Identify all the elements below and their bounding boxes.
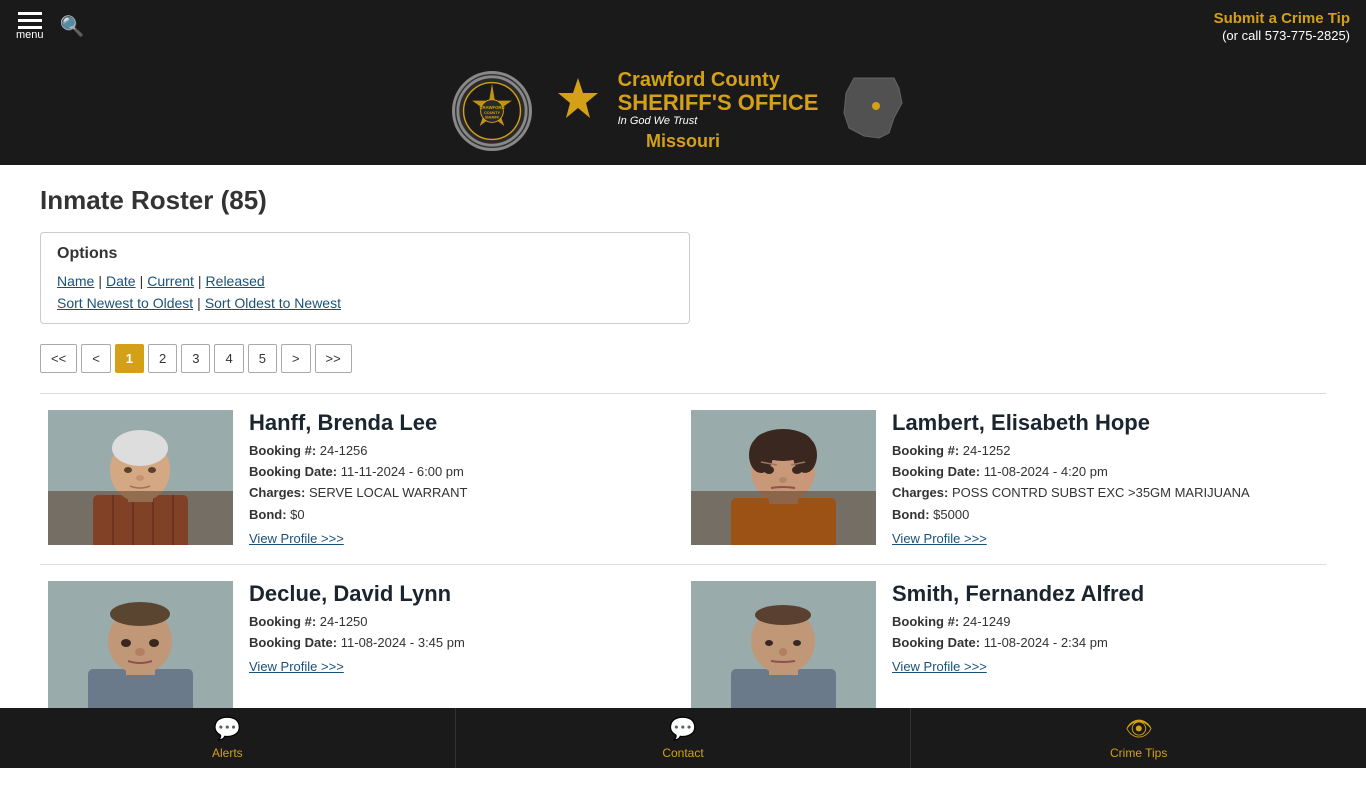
page-5-btn[interactable]: 5 bbox=[248, 344, 277, 373]
inmate-name-smith: Smith, Fernandez Alfred bbox=[892, 581, 1318, 607]
sort-newest-link[interactable]: Sort Newest to Oldest bbox=[57, 295, 193, 311]
alerts-label: Alerts bbox=[212, 746, 243, 760]
inmate-booking-num-smith: Booking #: 24-1249 bbox=[892, 613, 1318, 631]
inmate-booking-date-hanff: Booking Date: 11-11-2024 - 6:00 pm bbox=[249, 463, 675, 481]
header-left: menu 🔍 bbox=[16, 12, 84, 41]
nav-crime-tips[interactable]: 👁 Crime Tips bbox=[911, 708, 1366, 768]
view-profile-lambert[interactable]: View Profile >>> bbox=[892, 531, 987, 546]
inmate-photo-declue bbox=[48, 581, 233, 716]
menu-label: menu bbox=[16, 29, 44, 41]
page-last-btn[interactable]: >> bbox=[315, 344, 352, 373]
crime-tip-area: Submit a Crime Tip (or call 573-775-2825… bbox=[1214, 10, 1350, 43]
filter-name-link[interactable]: Name bbox=[57, 273, 94, 289]
inmate-photo-smith bbox=[691, 581, 876, 716]
sheriff-badge: CRAWFORD COUNTY SHERIFF bbox=[452, 71, 532, 151]
page-3-btn[interactable]: 3 bbox=[181, 344, 210, 373]
inmate-info-lambert: Lambert, Elisabeth Hope Booking #: 24-12… bbox=[892, 410, 1318, 548]
nav-alerts[interactable]: 💬 Alerts bbox=[0, 708, 456, 768]
crime-tips-label: Crime Tips bbox=[1110, 746, 1167, 760]
alerts-icon: 💬 bbox=[214, 716, 241, 742]
inmate-booking-num-hanff: Booking #: 24-1256 bbox=[249, 442, 675, 460]
page-first-btn[interactable]: << bbox=[40, 344, 77, 373]
inmate-card-lambert: Lambert, Elisabeth Hope Booking #: 24-12… bbox=[683, 393, 1326, 564]
inmate-card-smith: Smith, Fernandez Alfred Booking #: 24-12… bbox=[683, 564, 1326, 732]
logo-text-group: Crawford County SHERIFF'S OFFICE In God … bbox=[548, 69, 819, 152]
bottom-nav: 💬 Alerts 💬 Contact 👁 Crime Tips bbox=[0, 708, 1366, 768]
menu-button[interactable]: menu bbox=[16, 12, 44, 41]
logo-area: CRAWFORD COUNTY SHERIFF Crawford County … bbox=[0, 52, 1366, 165]
crime-tip-link[interactable]: Submit a Crime Tip bbox=[1214, 10, 1350, 27]
svg-text:COUNTY: COUNTY bbox=[484, 110, 500, 114]
page-next-btn[interactable]: > bbox=[281, 344, 311, 373]
hamburger-icon bbox=[18, 12, 42, 29]
inmate-list: Hanff, Brenda Lee Booking #: 24-1256 Boo… bbox=[40, 393, 1326, 732]
inmate-booking-date-smith: Booking Date: 11-08-2024 - 2:34 pm bbox=[892, 634, 1318, 652]
sheriff-name-block: Crawford County SHERIFF'S OFFICE In God … bbox=[618, 69, 819, 127]
inmate-card-declue: Declue, David Lynn Booking #: 24-1250 Bo… bbox=[40, 564, 683, 732]
crime-tip-phone: (or call 573-775-2825) bbox=[1214, 28, 1350, 43]
map-svg bbox=[834, 68, 914, 148]
sheriff-mascot-icon bbox=[548, 73, 608, 123]
inmate-booking-num-lambert: Booking #: 24-1252 bbox=[892, 442, 1318, 460]
filter-links: Name | Date | Current | Released bbox=[57, 273, 673, 289]
inmate-photo-hanff bbox=[48, 410, 233, 545]
missouri-map bbox=[834, 68, 914, 153]
page-4-btn[interactable]: 4 bbox=[214, 344, 243, 373]
smith-photo-svg bbox=[691, 581, 876, 716]
nav-contact[interactable]: 💬 Contact bbox=[456, 708, 912, 768]
inmate-name-declue: Declue, David Lynn bbox=[249, 581, 675, 607]
filter-released-link[interactable]: Released bbox=[206, 273, 265, 289]
photo-placeholder-lambert bbox=[691, 410, 876, 545]
contact-label: Contact bbox=[662, 746, 703, 760]
inmate-bond-hanff: Bond: $0 bbox=[249, 506, 675, 524]
inmate-card-hanff: Hanff, Brenda Lee Booking #: 24-1256 Boo… bbox=[40, 393, 683, 564]
svg-text:SHERIFF: SHERIFF bbox=[485, 115, 499, 119]
motto: In God We Trust bbox=[618, 115, 819, 127]
sheriff-office-name: SHERIFF'S OFFICE bbox=[618, 91, 819, 115]
inmate-photo-lambert bbox=[691, 410, 876, 545]
inmate-name-lambert: Lambert, Elisabeth Hope bbox=[892, 410, 1318, 436]
page-1-btn[interactable]: 1 bbox=[115, 344, 144, 373]
lambert-photo-svg bbox=[691, 410, 876, 545]
inmate-info-hanff: Hanff, Brenda Lee Booking #: 24-1256 Boo… bbox=[249, 410, 675, 548]
declue-photo-svg bbox=[48, 581, 233, 716]
sort-oldest-link[interactable]: Sort Oldest to Newest bbox=[205, 295, 341, 311]
filter-current-link[interactable]: Current bbox=[147, 273, 194, 289]
search-icon[interactable]: 🔍 bbox=[60, 14, 85, 39]
sort-links: Sort Newest to Oldest | Sort Oldest to N… bbox=[57, 295, 673, 311]
options-title: Options bbox=[57, 245, 673, 263]
options-box: Options Name | Date | Current | Released… bbox=[40, 232, 690, 324]
photo-placeholder-hanff bbox=[48, 410, 233, 545]
page-title: Inmate Roster (85) bbox=[40, 185, 1326, 216]
county-name: Crawford County bbox=[618, 69, 819, 91]
contact-icon: 💬 bbox=[669, 716, 696, 742]
inmate-bond-lambert: Bond: $5000 bbox=[892, 506, 1318, 524]
view-profile-smith[interactable]: View Profile >>> bbox=[892, 659, 987, 674]
state-name: Missouri bbox=[646, 131, 720, 152]
crime-tips-icon: 👁 bbox=[1125, 716, 1153, 742]
inmate-booking-date-declue: Booking Date: 11-08-2024 - 3:45 pm bbox=[249, 634, 675, 652]
inmate-info-declue: Declue, David Lynn Booking #: 24-1250 Bo… bbox=[249, 581, 675, 716]
top-header: menu 🔍 Submit a Crime Tip (or call 573-7… bbox=[0, 0, 1366, 52]
hanff-photo-svg bbox=[48, 410, 233, 545]
view-profile-hanff[interactable]: View Profile >>> bbox=[249, 531, 344, 546]
view-profile-declue[interactable]: View Profile >>> bbox=[249, 659, 344, 674]
svg-text:CRAWFORD: CRAWFORD bbox=[479, 105, 504, 110]
pagination: << < 1 2 3 4 5 > >> bbox=[40, 344, 1326, 373]
badge-svg: CRAWFORD COUNTY SHERIFF bbox=[455, 72, 529, 150]
logo-main-row: Crawford County SHERIFF'S OFFICE In God … bbox=[548, 69, 819, 127]
page-prev-btn[interactable]: < bbox=[81, 344, 111, 373]
inmate-charges-hanff: Charges: SERVE LOCAL WARRANT bbox=[249, 484, 675, 502]
inmate-charges-lambert: Charges: POSS CONTRD SUBST EXC >35GM MAR… bbox=[892, 484, 1318, 502]
inmate-name-hanff: Hanff, Brenda Lee bbox=[249, 410, 675, 436]
page-2-btn[interactable]: 2 bbox=[148, 344, 177, 373]
inmate-booking-num-declue: Booking #: 24-1250 bbox=[249, 613, 675, 631]
inmate-booking-date-lambert: Booking Date: 11-08-2024 - 4:20 pm bbox=[892, 463, 1318, 481]
filter-date-link[interactable]: Date bbox=[106, 273, 136, 289]
inmate-info-smith: Smith, Fernandez Alfred Booking #: 24-12… bbox=[892, 581, 1318, 716]
